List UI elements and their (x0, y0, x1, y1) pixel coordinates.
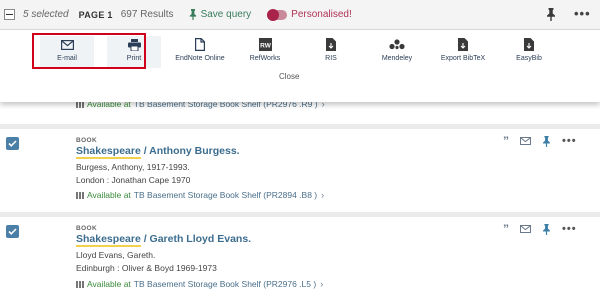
mendeley-export-label: Mendeley (381, 55, 413, 62)
availability-line[interactable]: Available at TB Basement Storage Book Sh… (76, 279, 323, 289)
document-icon (195, 36, 205, 53)
book-shelf-icon (76, 191, 84, 199)
bibtex-export-button[interactable]: Export BibTeX (436, 36, 490, 68)
mendeley-export-button[interactable]: Mendeley (370, 36, 424, 68)
availability-status: Available at (87, 279, 131, 289)
mendeley-icon (389, 36, 405, 53)
checkmark-icon (8, 228, 17, 235)
endnote-export-label: EndNote Online (175, 55, 225, 62)
result-publication: Edinburgh : Oliver & Boyd 1969-1973 (76, 263, 217, 273)
page-indicator: PAGE 1 (78, 9, 113, 20)
save-query-label: Save query (200, 9, 252, 20)
save-query-button[interactable]: Save query (188, 9, 252, 20)
result-title[interactable]: Shakespeare / Anthony Burgess. (76, 145, 240, 159)
availability-location: TB Basement Storage Book Shelf (PR2894 .… (133, 190, 318, 200)
result-item: Available at TB Basement Storage Book Sh… (0, 99, 600, 124)
pin-icon[interactable] (542, 223, 551, 235)
close-export-button[interactable]: Close (279, 72, 299, 81)
ris-export-button[interactable]: RIS (304, 36, 358, 68)
result-author: Burgess, Anthony, 1917-1993. (76, 162, 190, 172)
result-author: Lloyd Evans, Gareth. (76, 250, 156, 260)
chevron-right-icon: › (321, 190, 325, 200)
result-type: BOOK (76, 225, 98, 232)
file-download-icon (524, 36, 534, 53)
checkmark-icon (8, 140, 17, 147)
easybib-export-label: EasyBib (516, 55, 542, 62)
title-keyword: Shakespeare (76, 233, 141, 247)
result-type: BOOK (76, 137, 98, 144)
results-count: 697 Results (120, 9, 174, 20)
personalised-toggle[interactable]: Personalised! (267, 8, 352, 21)
endnote-export-button[interactable]: EndNote Online (173, 36, 227, 68)
results-toolbar: 5 selected PAGE 1 697 Results Save query… (0, 0, 600, 30)
result-publication: London : Jonathan Cape 1970 (76, 175, 191, 185)
refworks-export-button[interactable]: RW RefWorks (238, 36, 292, 68)
email-print-highlight (32, 33, 146, 69)
svg-text:RW: RW (260, 42, 272, 49)
envelope-icon[interactable] (520, 225, 531, 233)
result-item: BOOK Shakespeare / Gareth Lloyd Evans. L… (0, 217, 600, 295)
file-download-icon (326, 36, 336, 53)
result-item: BOOK Shakespeare / Anthony Burgess. Burg… (0, 129, 600, 212)
selected-count: 5 selected (23, 9, 69, 20)
result-title[interactable]: Shakespeare / Gareth Lloyd Evans. (76, 233, 252, 247)
citation-icon[interactable]: ” (503, 223, 509, 235)
chevron-right-icon: › (320, 279, 324, 289)
more-options-icon[interactable]: ••• (562, 135, 577, 147)
title-rest: / Gareth Lloyd Evans. (140, 233, 252, 245)
pin-icon (189, 9, 196, 20)
book-shelf-icon (76, 280, 84, 288)
envelope-icon[interactable] (520, 137, 531, 145)
availability-location: TB Basement Storage Book Shelf (PR2976 .… (133, 279, 317, 289)
refworks-icon: RW (258, 36, 272, 53)
more-options-icon[interactable]: ••• (574, 6, 591, 21)
title-keyword: Shakespeare (76, 145, 141, 159)
availability-status: Available at (87, 190, 131, 200)
pin-icon[interactable] (542, 135, 551, 147)
result-checkbox[interactable] (6, 137, 19, 150)
pin-icon[interactable] (546, 8, 556, 21)
refworks-export-label: RefWorks (249, 55, 281, 62)
availability-line[interactable]: Available at TB Basement Storage Book Sh… (76, 190, 324, 200)
deselect-all-checkbox[interactable] (4, 9, 15, 20)
result-actions: ” ••• (503, 223, 577, 235)
result-checkbox[interactable] (6, 225, 19, 238)
more-options-icon[interactable]: ••• (562, 223, 577, 235)
bibtex-export-label: Export BibTeX (440, 55, 486, 62)
title-rest: / Anthony Burgess. (140, 145, 240, 157)
personalised-label: Personalised! (291, 9, 352, 20)
citation-icon[interactable]: ” (503, 135, 509, 147)
ris-export-label: RIS (325, 55, 337, 62)
file-download-icon (458, 36, 468, 53)
easybib-export-button[interactable]: EasyBib (502, 36, 556, 68)
result-actions: ” ••• (503, 135, 577, 147)
toggle-switch[interactable] (267, 8, 288, 21)
